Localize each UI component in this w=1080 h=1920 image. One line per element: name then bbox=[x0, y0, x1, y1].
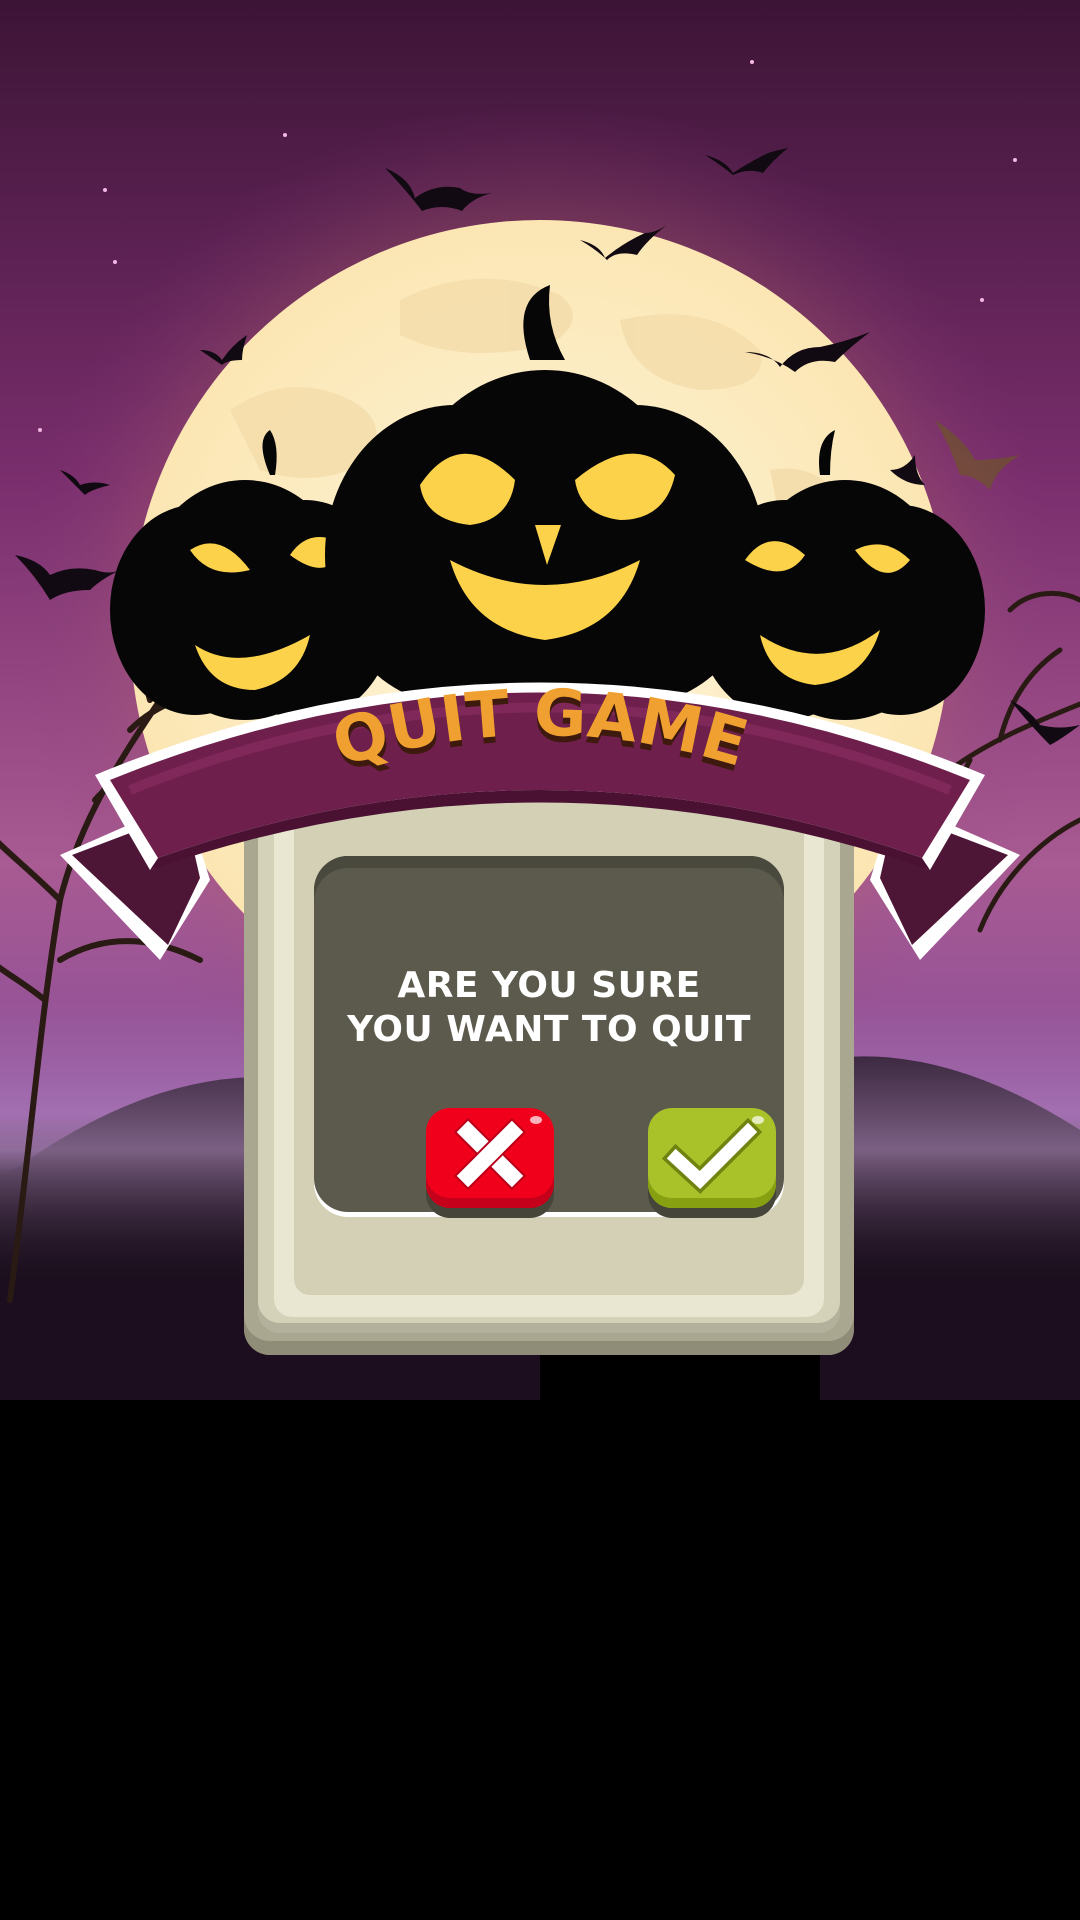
game-scene: ARE YOU SURE YOU WANT TO QUIT QUIT GAME … bbox=[0, 0, 1080, 1920]
title-ribbon: QUIT GAME QUIT GAME bbox=[60, 677, 1020, 960]
